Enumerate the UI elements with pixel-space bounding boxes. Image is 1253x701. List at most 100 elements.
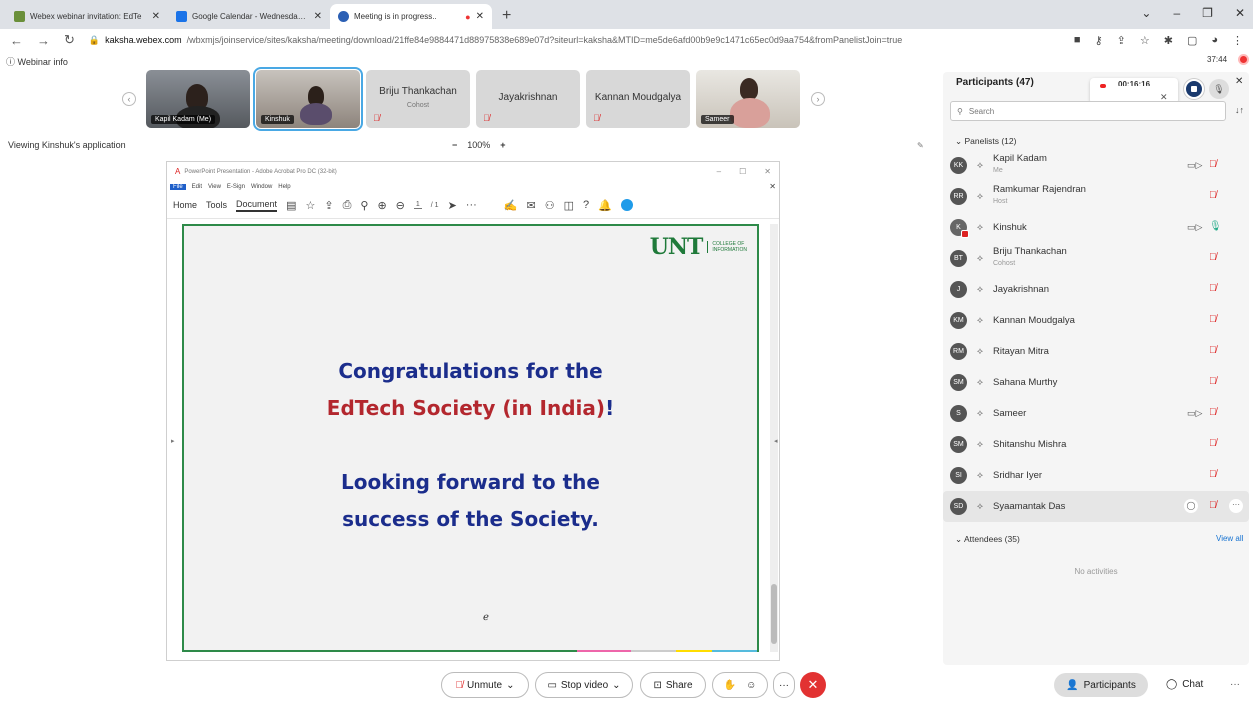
participant-row[interactable]: SM ⟡ Shitanshu Mishra 🎙̸ xyxy=(943,429,1249,460)
panelists-section-header[interactable]: ⌄ Panelists (12) xyxy=(955,136,1016,147)
muted-mic-icon[interactable]: 🎙̸ xyxy=(1209,345,1217,356)
recording-indicator-icon xyxy=(1238,54,1249,65)
slide-line-4: success of the Society. xyxy=(342,507,599,531)
share-button[interactable]: ⊡ Share xyxy=(640,672,706,698)
muted-mic-icon[interactable]: 🎙̸ xyxy=(1209,376,1217,387)
participant-row[interactable]: S ⟡ Sameer ▭▷ 🎙̸ xyxy=(943,398,1249,429)
key-icon[interactable]: ⚷ xyxy=(1095,34,1103,47)
video-tile-name: Briju Thankachan xyxy=(379,86,457,97)
attendees-section-header[interactable]: ⌄ Attendees (35) xyxy=(955,534,1020,545)
webinar-info-button[interactable]: ⓘ Webinar info xyxy=(6,55,68,68)
tab-search-icon[interactable]: ⌄ xyxy=(1141,6,1151,20)
back-icon[interactable]: ← xyxy=(10,33,23,48)
page-down-icon: ⊖ xyxy=(395,199,405,212)
muted-mic-icon[interactable]: 🎙̸ xyxy=(1209,500,1217,511)
muted-mic-icon[interactable]: 🎙̸ xyxy=(1209,314,1217,325)
mic-on-icon[interactable]: 🎙 xyxy=(1209,221,1222,232)
more-panels-icon[interactable]: ··· xyxy=(1230,679,1240,690)
participant-row[interactable]: BT ⟡ Briju Thankachan Cohost 🎙̸ xyxy=(943,243,1249,274)
bookmark-star-icon[interactable]: ☆ xyxy=(1140,34,1150,47)
close-window-icon[interactable]: ✕ xyxy=(1235,6,1245,20)
zoom-out-button[interactable]: − xyxy=(452,140,457,150)
extensions-icon[interactable]: ✱ xyxy=(1164,34,1173,47)
leave-meeting-button[interactable]: ✕ xyxy=(800,672,826,698)
chat-button[interactable]: ◯ Chat xyxy=(1166,679,1203,690)
stop-video-label: Stop video xyxy=(560,679,609,691)
view-all-link[interactable]: View all xyxy=(1216,534,1243,543)
muted-mic-icon[interactable]: 🎙̸ xyxy=(1209,159,1217,170)
participant-row[interactable]: SM ⟡ Sahana Murthy 🎙̸ xyxy=(943,367,1249,398)
zoom-search-icon: ⚲ xyxy=(360,199,369,212)
close-tab-icon[interactable]: ✕ xyxy=(152,11,160,22)
annotate-icon[interactable]: ✎ xyxy=(917,141,924,150)
participant-row[interactable]: K ⟡ Kinshuk ▭▷ 🎙 xyxy=(943,212,1249,243)
more-icon: ··· xyxy=(779,679,789,691)
chat-bubble-icon[interactable]: ◯ xyxy=(1184,499,1198,513)
muted-mic-icon[interactable]: 🎙̸ xyxy=(1209,190,1217,201)
url-field[interactable]: 🔒 kaksha.webex.com/wbxmjs/joinservice/si… xyxy=(89,35,1060,46)
profile-avatar[interactable]: ◕ xyxy=(1211,34,1218,47)
close-tab-icon[interactable]: ✕ xyxy=(314,11,322,22)
more-controls-button[interactable]: ··· xyxy=(773,672,795,698)
shared-window-controls: – ☐ ✕ xyxy=(716,167,771,176)
new-tab-button[interactable]: + xyxy=(492,4,521,29)
search-input[interactable]: ⚲ Search xyxy=(950,101,1226,121)
muted-mic-icon[interactable]: 🎙̸ xyxy=(1209,407,1217,418)
muted-mic-icon[interactable]: 🎙̸ xyxy=(1209,469,1217,480)
browser-tab[interactable]: Webex webinar invitation: EdTe ✕ xyxy=(6,4,168,29)
stop-recording-button[interactable] xyxy=(1184,79,1204,99)
video-tile-active-speaker[interactable]: Kinshuk xyxy=(253,67,363,131)
browser-tab[interactable]: Google Calendar - Wednesday, A ✕ xyxy=(168,4,330,29)
camera-permission-icon[interactable]: ■ xyxy=(1074,34,1081,47)
unmute-button[interactable]: 🎙̸ Unmute ⌄ xyxy=(441,672,529,698)
logo-subtext: COLLEGE OF INFORMATION xyxy=(707,241,747,253)
forward-icon[interactable]: → xyxy=(37,33,50,48)
participant-row[interactable]: KM ⟡ Kannan Moudgalya 🎙̸ xyxy=(943,305,1249,336)
raise-hand-icon[interactable]: ✋ xyxy=(724,680,736,691)
presence-icon: ⟡ xyxy=(977,346,983,356)
zoom-controls: − 100% + xyxy=(452,140,506,150)
muted-mic-icon[interactable]: 🎙̸ xyxy=(1209,438,1217,449)
video-tile[interactable]: Jayakrishnan 🎙̸ xyxy=(476,70,580,128)
reload-icon[interactable]: ↻ xyxy=(64,32,75,48)
close-tab-icon[interactable]: ✕ xyxy=(476,11,484,22)
sort-icon[interactable]: ↓↑ xyxy=(1235,105,1244,115)
url-path: /wbxmjs/joinservice/sites/kaksha/meeting… xyxy=(186,35,903,45)
video-strip-prev-icon[interactable]: ‹ xyxy=(122,92,136,106)
page-number: 1 xyxy=(413,201,422,209)
attendees-label: Attendees (35) xyxy=(964,534,1020,544)
video-tile[interactable]: Kapil Kadam (Me) xyxy=(146,70,250,128)
participant-row[interactable]: RM ⟡ Ritayan Mitra 🎙̸ xyxy=(943,336,1249,367)
minimize-icon[interactable]: – xyxy=(1173,6,1180,20)
more-options-icon[interactable]: ··· xyxy=(1229,499,1243,513)
participant-name: Shitanshu Mishra xyxy=(993,439,1067,450)
no-activities-text: No activities xyxy=(1074,567,1118,576)
menu-window: Window xyxy=(250,183,273,190)
video-tile[interactable]: Briju Thankachan Cohost 🎙̸ xyxy=(366,70,470,128)
sidebar-icon[interactable]: ▢ xyxy=(1187,34,1197,47)
muted-mic-icon[interactable]: 🎙̸ xyxy=(1209,252,1217,263)
zoom-in-button[interactable]: + xyxy=(500,140,505,150)
reaction-icon[interactable]: ☺ xyxy=(746,680,756,691)
browser-tab-active[interactable]: Meeting is in progress.. ● ✕ xyxy=(330,4,492,29)
video-on-icon: ▭▷ xyxy=(1187,160,1203,170)
meeting-timer: 37:44 xyxy=(1207,55,1228,64)
avatar: SM xyxy=(950,436,967,453)
participant-row[interactable]: J ⟡ Jayakrishnan 🎙̸ xyxy=(943,274,1249,305)
close-panel-icon[interactable]: ✕ xyxy=(1235,76,1243,87)
share-page-icon[interactable]: ⇪ xyxy=(1117,34,1126,47)
restore-icon[interactable]: ❐ xyxy=(1202,6,1213,20)
video-tile[interactable]: Sameer xyxy=(696,70,800,128)
participant-row[interactable]: KK ⟡ Kapil Kadam Me ▭▷ 🎙̸ xyxy=(943,150,1249,181)
participant-row[interactable]: SI ⟡ Sridhar Iyer 🎙̸ xyxy=(943,460,1249,491)
chrome-menu-icon[interactable]: ⋮ xyxy=(1232,34,1243,47)
muted-mic-icon[interactable]: 🎙̸ xyxy=(1209,283,1217,294)
muted-mic-icon: 🎙̸ xyxy=(593,113,600,123)
participants-button[interactable]: 👤 Participants xyxy=(1054,673,1148,697)
participant-row[interactable]: RR ⟡ Ramkumar Rajendran Host 🎙̸ xyxy=(943,181,1249,212)
recorder-mic-icon[interactable]: 🎙 xyxy=(1209,79,1229,99)
participant-row-hovered[interactable]: SD ⟡ Syaamantak Das ◯ 🎙̸ ··· xyxy=(943,491,1249,522)
video-tile[interactable]: Kannan Moudgalya 🎙̸ xyxy=(586,70,690,128)
video-strip-next-icon[interactable]: › xyxy=(811,92,825,106)
stop-video-button[interactable]: ▭ Stop video ⌄ xyxy=(535,672,633,698)
